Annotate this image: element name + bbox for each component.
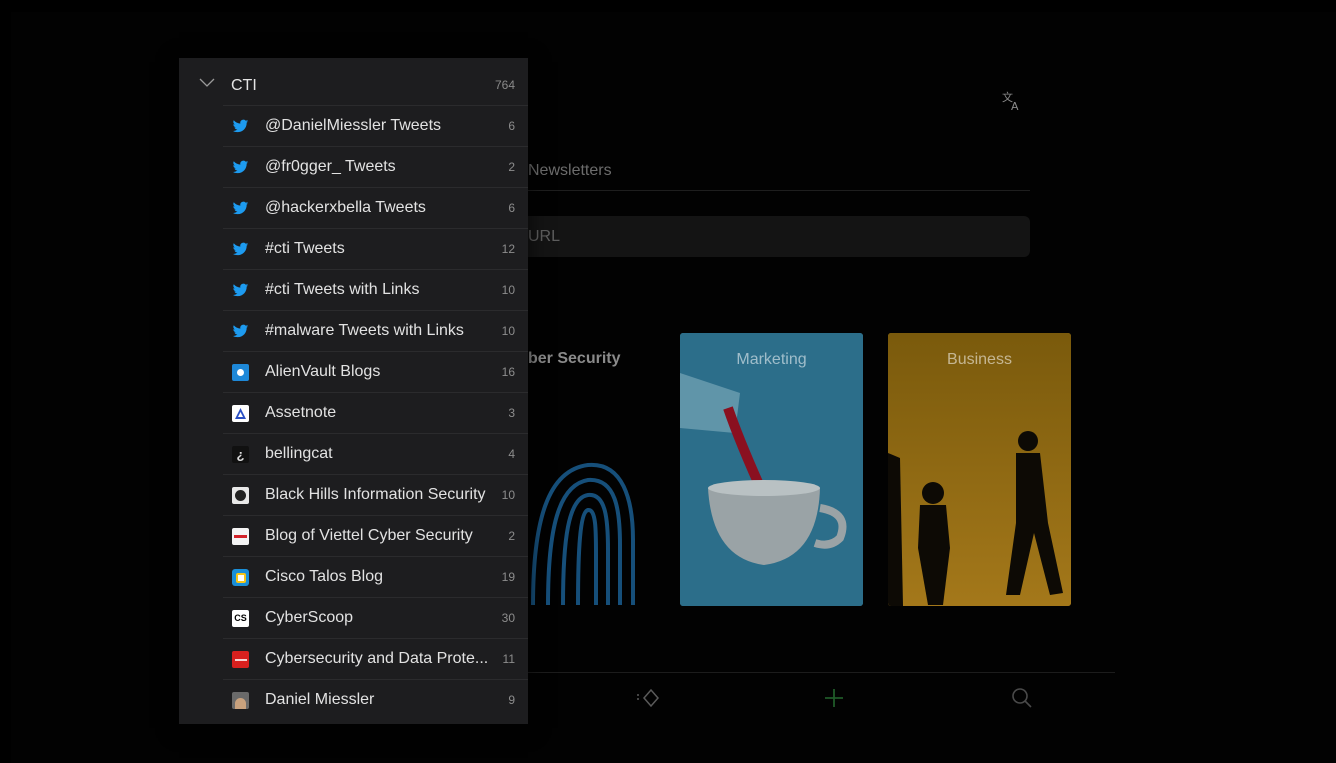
unread-count: 16 bbox=[501, 365, 515, 379]
feed-label: Assetnote bbox=[265, 404, 337, 421]
unread-count: 2 bbox=[508, 529, 515, 543]
list-item[interactable]: Cybersecurity and Data Prote... 11 bbox=[223, 638, 528, 679]
bhis-icon bbox=[232, 487, 249, 504]
translate-icon[interactable]: 文A bbox=[1001, 90, 1023, 113]
fingerprint-image bbox=[531, 462, 635, 606]
card-business-label: Business bbox=[947, 351, 1012, 368]
feed-list: @DanielMiessler Tweets 6 @fr0gger_ Tweets 2… bbox=[223, 105, 528, 720]
bellingcat-icon: ¿ bbox=[232, 446, 249, 463]
unread-count: 12 bbox=[501, 242, 515, 256]
unread-count: 6 bbox=[508, 201, 515, 215]
unread-count: 30 bbox=[501, 611, 515, 625]
twitter-icon bbox=[232, 282, 249, 299]
list-item[interactable]: Assetnote 3 bbox=[223, 392, 528, 433]
list-item[interactable]: Blog of Viettel Cyber Security 2 bbox=[223, 515, 528, 556]
category-title-cyber-security: ber Security bbox=[528, 350, 621, 367]
feed-label: @hackerxbella Tweets bbox=[265, 199, 426, 216]
twitter-icon bbox=[232, 323, 249, 340]
unread-count: 4 bbox=[508, 447, 515, 461]
card-business[interactable]: Business bbox=[888, 333, 1071, 606]
talos-icon bbox=[232, 569, 249, 586]
feed-label: #cti Tweets bbox=[265, 240, 345, 257]
politico-icon bbox=[232, 651, 249, 668]
alienvault-icon bbox=[232, 364, 249, 381]
unread-count: 19 bbox=[501, 570, 515, 584]
unread-count: 10 bbox=[501, 488, 515, 502]
chevron-down-icon[interactable] bbox=[199, 78, 215, 88]
card-marketing-label: Marketing bbox=[736, 351, 807, 368]
svg-text:A: A bbox=[1011, 100, 1019, 112]
unread-count: 6 bbox=[508, 119, 515, 133]
feed-label: Black Hills Information Security bbox=[265, 486, 486, 503]
silhouettes-image bbox=[888, 333, 1071, 606]
feed-label: #malware Tweets with Links bbox=[265, 322, 464, 339]
twitter-icon bbox=[232, 241, 249, 258]
feed-label: @fr0gger_ Tweets bbox=[265, 158, 396, 175]
folder-title: CTI bbox=[231, 77, 257, 94]
unread-count: 9 bbox=[508, 693, 515, 707]
cyberscoop-icon: CS bbox=[232, 610, 249, 627]
unread-count: 10 bbox=[501, 324, 515, 338]
feed-label: #cti Tweets with Links bbox=[265, 281, 420, 298]
list-item[interactable]: #cti Tweets with Links 10 bbox=[223, 269, 528, 310]
tags-icon[interactable] bbox=[636, 686, 660, 710]
feed-label: Cisco Talos Blog bbox=[265, 568, 383, 585]
list-item[interactable]: ¿ bellingcat 4 bbox=[223, 433, 528, 474]
list-item[interactable]: #malware Tweets with Links 10 bbox=[223, 310, 528, 351]
unread-count: 3 bbox=[508, 406, 515, 420]
url-input[interactable]: URL bbox=[528, 216, 1030, 257]
feed-label: AlienVault Blogs bbox=[265, 363, 381, 380]
list-item[interactable]: Daniel Miessler 9 bbox=[223, 679, 528, 720]
feed-label: bellingcat bbox=[265, 445, 333, 462]
unread-count: 2 bbox=[508, 160, 515, 174]
newsletters-tab-label: Newsletters bbox=[528, 162, 612, 179]
feed-label: Cybersecurity and Data Prote... bbox=[265, 650, 489, 667]
list-item[interactable]: @fr0gger_ Tweets 2 bbox=[223, 146, 528, 187]
feed-folder-dropdown: CTI 764 @DanielMiessler Tweets 6 @fr0gger_… bbox=[179, 58, 528, 724]
folder-header-cti[interactable]: CTI 764 bbox=[179, 58, 528, 104]
list-item[interactable]: @DanielMiessler Tweets 6 bbox=[223, 105, 528, 146]
feed-label: Daniel Miessler bbox=[265, 691, 375, 708]
bottom-tab-divider bbox=[528, 672, 1115, 673]
viettel-icon bbox=[232, 528, 249, 545]
list-item[interactable]: CS CyberScoop 30 bbox=[223, 597, 528, 638]
twitter-icon bbox=[232, 200, 249, 217]
url-placeholder: URL bbox=[528, 228, 561, 245]
list-item[interactable]: AlienVault Blogs 16 bbox=[223, 351, 528, 392]
feed-label: CyberScoop bbox=[265, 609, 354, 626]
card-marketing[interactable]: Marketing bbox=[680, 333, 863, 606]
search-icon[interactable] bbox=[1010, 686, 1034, 710]
list-item[interactable]: Cisco Talos Blog 19 bbox=[223, 556, 528, 597]
unread-count: 11 bbox=[502, 652, 515, 666]
twitter-icon bbox=[232, 159, 249, 176]
assetnote-icon bbox=[232, 405, 249, 422]
list-item[interactable]: Black Hills Information Security 10 bbox=[223, 474, 528, 515]
folder-count: 764 bbox=[494, 78, 515, 92]
newsletters-tab[interactable]: Newsletters bbox=[528, 162, 1030, 191]
teacup-image bbox=[680, 333, 863, 606]
list-item[interactable]: #cti Tweets 12 bbox=[223, 228, 528, 269]
twitter-icon bbox=[232, 118, 249, 135]
plus-icon[interactable] bbox=[822, 686, 846, 710]
feed-label: @DanielMiessler Tweets bbox=[265, 117, 442, 134]
unread-count: 10 bbox=[501, 283, 515, 297]
feed-label: Blog of Viettel Cyber Security bbox=[265, 527, 473, 544]
avatar-icon bbox=[232, 692, 249, 709]
list-item[interactable]: @hackerxbella Tweets 6 bbox=[223, 187, 528, 228]
